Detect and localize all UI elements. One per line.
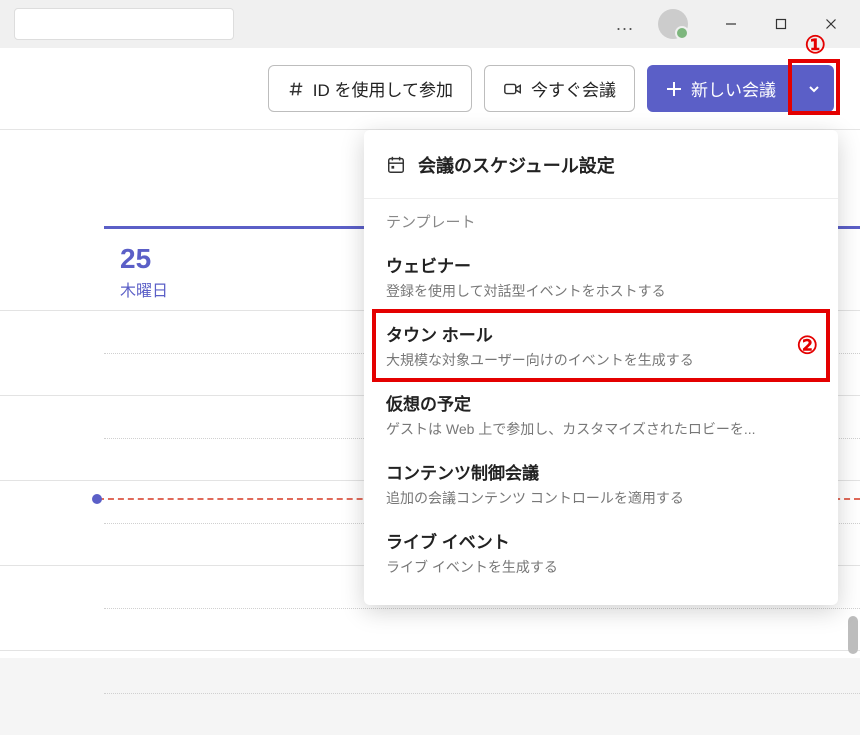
dropdown-schedule-label: 会議のスケジュール設定 [418, 152, 615, 178]
dropdown-item-webinar[interactable]: ウェビナー 登録を使用して対話型イベントをホストする [364, 242, 838, 311]
maximize-button[interactable] [758, 8, 804, 40]
join-with-id-label: ID を使用して参加 [313, 76, 453, 101]
new-meeting-split-button: 新しい会議 ① [647, 65, 834, 112]
minimize-button[interactable] [708, 8, 754, 40]
hash-icon [287, 80, 305, 98]
plus-icon [665, 80, 683, 98]
avatar[interactable] [658, 9, 688, 39]
new-meeting-button[interactable]: 新しい会議 [647, 65, 794, 112]
join-with-id-button[interactable]: ID を使用して参加 [268, 65, 472, 112]
dropdown-item-title: コンテンツ制御会議 [386, 459, 816, 484]
dropdown-item-content-control[interactable]: コンテンツ制御会議 追加の会議コンテンツ コントロールを適用する [364, 449, 838, 518]
dropdown-item-desc: ライブ イベントを生成する [386, 557, 816, 577]
dropdown-item-desc: 登録を使用して対話型イベントをホストする [386, 281, 816, 301]
dropdown-item-desc: ゲストは Web 上で参加し、カスタマイズされたロビーを... [386, 419, 816, 439]
more-icon[interactable]: ... [602, 14, 648, 35]
dropdown-item-desc: 追加の会議コンテンツ コントロールを適用する [386, 488, 816, 508]
meet-now-button[interactable]: 今すぐ会議 [484, 65, 635, 112]
chevron-down-icon [807, 82, 821, 96]
new-meeting-label: 新しい会議 [691, 76, 776, 101]
dropdown-item-live-event[interactable]: ライブ イベント ライブ イベントを生成する [364, 518, 838, 587]
new-meeting-dropdown-menu: 会議のスケジュール設定 テンプレート ウェビナー 登録を使用して対話型イベントを… [364, 130, 838, 605]
dropdown-item-title: ライブ イベント [386, 528, 816, 553]
new-meeting-dropdown-button[interactable] [794, 65, 834, 112]
dropdown-schedule-meeting[interactable]: 会議のスケジュール設定 [364, 146, 838, 192]
close-button[interactable] [808, 8, 854, 40]
window-controls [708, 8, 854, 40]
dropdown-item-virtual-appointment[interactable]: 仮想の予定 ゲストは Web 上で参加し、カスタマイズされたロビーを... [364, 380, 838, 449]
dropdown-item-town-hall[interactable]: タウン ホール 大規模な対象ユーザー向けのイベントを生成する ② [364, 311, 838, 380]
search-box[interactable] [14, 8, 234, 40]
calendar-toolbar: ID を使用して参加 今すぐ会議 新しい会議 ① [0, 48, 860, 130]
scrollbar[interactable] [848, 616, 858, 654]
dropdown-section-label: テンプレート [364, 209, 838, 242]
title-bar: ... [0, 0, 860, 48]
dropdown-item-desc: 大規模な対象ユーザー向けのイベントを生成する [386, 350, 816, 370]
video-icon [503, 79, 523, 99]
meet-now-label: 今すぐ会議 [531, 76, 616, 101]
calendar-icon [386, 155, 406, 175]
dropdown-item-title: タウン ホール [386, 321, 816, 346]
divider [364, 198, 838, 199]
dropdown-item-title: 仮想の予定 [386, 390, 816, 415]
dropdown-item-title: ウェビナー [386, 252, 816, 277]
